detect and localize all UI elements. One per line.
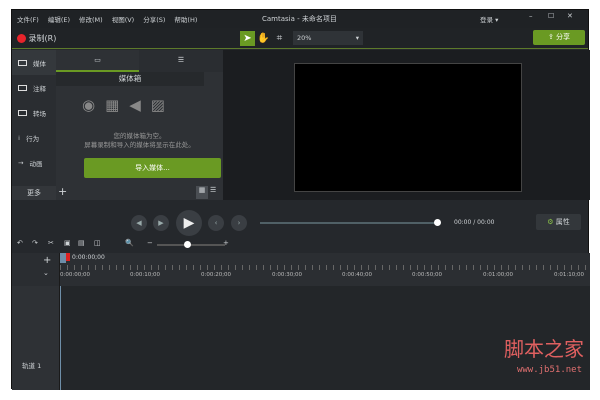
zoom-icon: 🔍: [125, 239, 134, 247]
timeline-ruler[interactable]: 0:00:00;00 0:00:00;00 0:00:10;00 0:00:20…: [60, 253, 590, 286]
sidebar-item-annotations[interactable]: 注释: [12, 75, 56, 100]
tick-label: 0:00:20;00: [201, 272, 232, 278]
menu-file[interactable]: 文件(F): [17, 16, 39, 24]
menu-help[interactable]: 帮助(H): [174, 16, 197, 24]
time-readout: 00:00 / 00:00: [454, 219, 495, 226]
track-1-header[interactable]: 轨道 1: [12, 286, 59, 390]
scrubber-handle[interactable]: [434, 219, 441, 226]
menu-view[interactable]: 视图(V): [112, 16, 135, 24]
menu-share[interactable]: 分享(S): [143, 16, 165, 24]
cut-icon[interactable]: ✂: [48, 239, 54, 247]
scrubber-track[interactable]: [260, 222, 438, 224]
behavior-icon: ⁞: [18, 133, 21, 142]
undo-icon[interactable]: ↶: [17, 239, 23, 247]
menu-modify[interactable]: 修改(M): [79, 16, 103, 24]
previous-marker-icon[interactable]: ‹: [208, 215, 224, 231]
tick-label: 0:00:00;00: [60, 272, 91, 278]
timeline-zoom-handle[interactable]: [184, 241, 191, 248]
zoom-out-icon[interactable]: −: [147, 239, 153, 247]
playhead-line: [60, 286, 61, 390]
playback-controls: ◀ ▶ ▶ ‹ › 00:00 / 00:00 ⚙ 属性: [12, 205, 588, 241]
media-bin-panel: ▭ ☰ 媒体箱 ◉▦◀▨ 您的媒体箱为空。 屏幕录制和导入的媒体将显示在此处。 …: [56, 50, 223, 200]
sidebar-item-transitions[interactable]: 转场: [12, 100, 56, 125]
add-track-button[interactable]: +: [43, 255, 51, 266]
grid-view-icon[interactable]: ▦: [196, 186, 208, 199]
animation-icon: →: [18, 158, 24, 167]
watermark-logo: 脚本之家: [504, 337, 584, 361]
ruler-ticks: [60, 265, 590, 270]
media-icon: [18, 59, 27, 66]
tick-label: 0:00:10;00: [130, 272, 161, 278]
sidebar: 媒体 注释 转场 ⁞ 行为 → 动画 更多: [12, 50, 56, 200]
zoom-in-icon[interactable]: +: [223, 239, 229, 247]
sidebar-item-media[interactable]: 媒体: [12, 50, 56, 75]
tab-media-bin[interactable]: ▭: [56, 50, 139, 72]
timeline-zoom-slider[interactable]: [157, 244, 225, 246]
camtasia-window: 文件(F) 编辑(E) 修改(M) 视图(V) 分享(S) 帮助(H) Camtasia …: [11, 9, 590, 390]
previous-frame-icon[interactable]: ◀: [131, 215, 147, 231]
maximize-button[interactable]: ☐: [548, 12, 554, 20]
watermark-url: www.jb51.net: [516, 365, 582, 375]
playhead-marker[interactable]: [66, 253, 70, 261]
login-button[interactable]: 登录 ▾: [480, 14, 498, 24]
select-tool-icon[interactable]: ➤: [240, 31, 255, 46]
tick-label: 0:00:50;00: [412, 272, 443, 278]
sidebar-item-behaviors[interactable]: ⁞ 行为: [12, 125, 56, 150]
transition-icon: [18, 109, 27, 116]
share-button[interactable]: ⇪ 分享: [533, 30, 585, 45]
next-marker-icon[interactable]: ›: [231, 215, 247, 231]
media-type-icons: ◉▦◀▨: [82, 96, 175, 114]
play-button[interactable]: ▶: [176, 210, 202, 236]
menu-bar: 文件(F) 编辑(E) 修改(M) 视图(V) 分享(S) 帮助(H): [17, 14, 206, 24]
toolbar: 录制(R) ➤ ✋ ⌗ 20% ▾ ⇪ 分享: [12, 28, 588, 49]
copy-icon[interactable]: ▣: [64, 239, 71, 247]
redo-icon[interactable]: ↷: [32, 239, 38, 247]
pan-tool-icon[interactable]: ✋: [256, 31, 271, 46]
crop-tool-icon[interactable]: ⌗: [272, 31, 287, 46]
next-frame-icon[interactable]: ▶: [153, 215, 169, 231]
add-button[interactable]: +: [58, 186, 67, 198]
close-button[interactable]: ✕: [567, 12, 573, 20]
track-headers: + ⌄ 轨道 1: [12, 253, 60, 390]
split-icon[interactable]: ◫: [94, 239, 101, 247]
tick-label: 0:00:40;00: [342, 272, 373, 278]
annotation-icon: [18, 84, 27, 91]
record-button[interactable]: 录制(R): [17, 33, 56, 44]
empty-message-2: 屏幕录制和导入的媒体将显示在此处。: [84, 141, 195, 149]
collapse-icon[interactable]: ⌄: [43, 269, 49, 277]
menu-edit[interactable]: 编辑(E): [48, 16, 70, 24]
panel-title: 媒体箱: [56, 72, 204, 86]
sidebar-item-animations[interactable]: → 动画: [12, 150, 56, 175]
tab-library[interactable]: ☰: [139, 50, 223, 72]
record-label: 录制(R): [28, 34, 57, 43]
import-media-button[interactable]: 导入媒体...: [84, 158, 221, 178]
tick-label: 0:01:10;00: [554, 272, 585, 278]
zoom-select[interactable]: 20% ▾: [293, 31, 363, 45]
more-button[interactable]: 更多: [12, 186, 56, 200]
properties-button[interactable]: ⚙ 属性: [536, 214, 581, 230]
window-title: Camtasia - 未命名项目: [262, 15, 337, 23]
timeline-toolbar: ↶ ↷ ✂ ▣ ▤ ◫ 🔍 − +: [12, 239, 588, 253]
paste-icon[interactable]: ▤: [78, 239, 85, 247]
minimize-button[interactable]: –: [529, 12, 533, 20]
playhead-time: 0:00:00;00: [72, 254, 105, 261]
track-label: 轨道 1: [22, 362, 42, 370]
preview-canvas[interactable]: [294, 63, 522, 192]
title-bar: 文件(F) 编辑(E) 修改(M) 视图(V) 分享(S) 帮助(H) Camtasia …: [12, 10, 588, 28]
tick-label: 0:01:00;00: [483, 272, 514, 278]
tick-label: 0:00:30;00: [272, 272, 303, 278]
record-icon: [17, 34, 26, 43]
list-view-icon[interactable]: ☰: [210, 186, 216, 194]
